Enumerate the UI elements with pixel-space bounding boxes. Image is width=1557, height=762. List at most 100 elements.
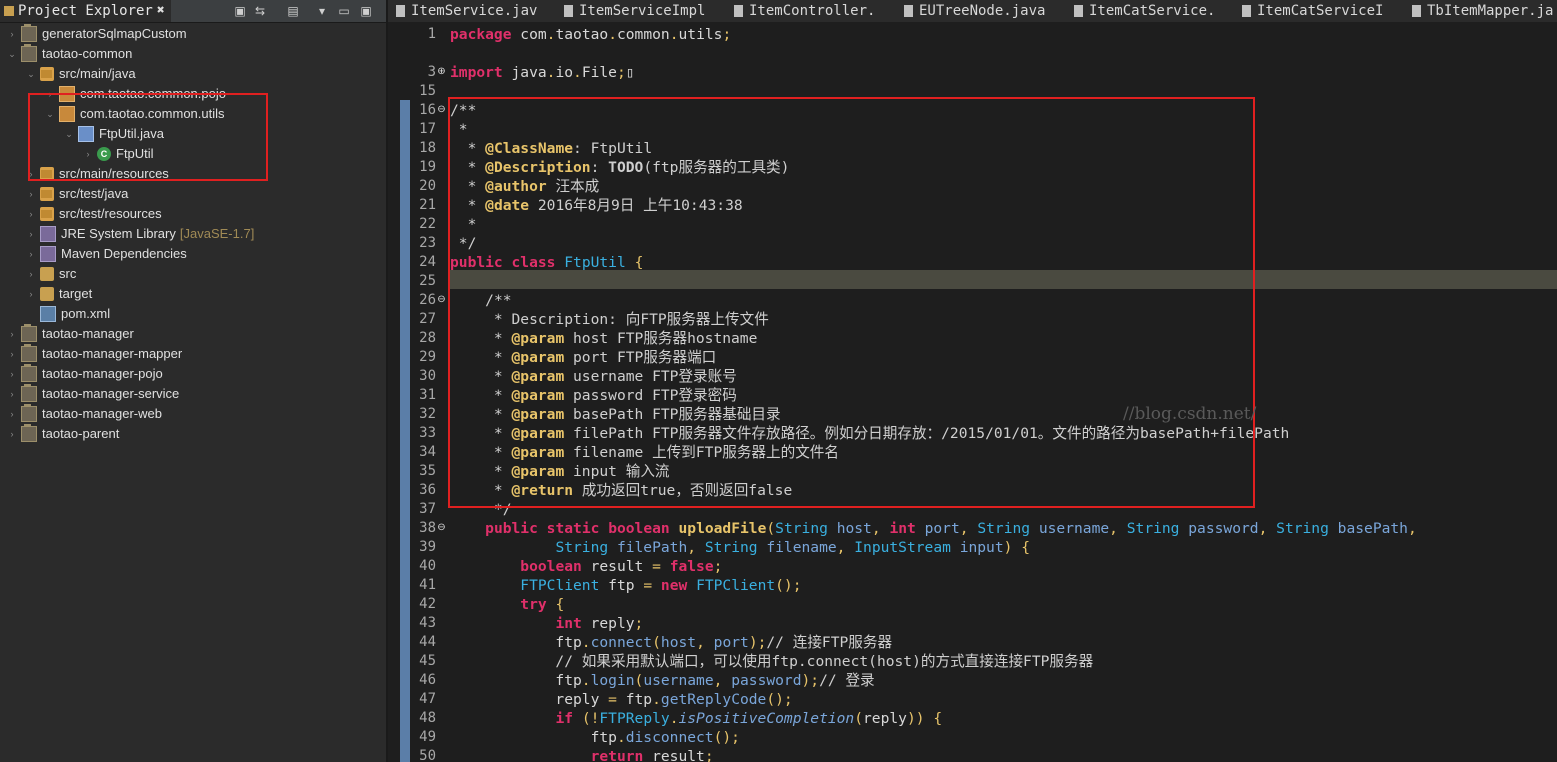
tree-item[interactable]: › src/test/resources <box>25 204 162 224</box>
tree-item-label: taotao-common <box>42 46 133 61</box>
tree-item[interactable]: › taotao-manager-service <box>6 384 179 404</box>
line-number: 17 <box>419 121 436 137</box>
collapsed-twisty-icon[interactable]: › <box>25 184 37 204</box>
code-line[interactable]: try { <box>450 595 564 614</box>
tree-item-label: generatorSqlmapCustom <box>42 26 187 41</box>
collapsed-twisty-icon[interactable]: › <box>6 24 18 44</box>
minimize-icon[interactable]: ▭ <box>336 3 352 19</box>
link-with-editor-icon[interactable]: ⇆ <box>252 3 268 19</box>
tree-item[interactable]: › taotao-manager-web <box>6 404 162 424</box>
java-file-icon <box>904 5 913 17</box>
code-line[interactable]: reply = ftp.getReplyCode(); <box>450 690 792 709</box>
tree-item[interactable]: › src <box>25 264 76 284</box>
line-number: 18 <box>419 140 436 156</box>
code-line[interactable]: if (!FTPReply.isPositiveCompletion(reply… <box>450 709 942 728</box>
tree-item-label: taotao-manager <box>42 326 134 341</box>
line-number: 29 <box>419 349 436 365</box>
srcfolder-icon <box>40 207 54 221</box>
expanded-twisty-icon[interactable]: ⌄ <box>6 44 18 64</box>
collapsed-twisty-icon[interactable]: › <box>25 224 37 244</box>
view-menu-icon[interactable]: ▤ <box>285 3 301 19</box>
tree-item[interactable]: › Maven Dependencies <box>25 244 187 264</box>
code-line[interactable]: package com.taotao.common.utils; <box>450 25 731 44</box>
tree-item-label: src/main/java <box>59 66 136 81</box>
editor-tab[interactable]: ItemCatServiceI <box>1242 0 1383 22</box>
collapsed-twisty-icon[interactable]: › <box>6 424 18 444</box>
tree-item-label: JRE System Library <box>61 226 176 241</box>
tree-item[interactable]: › src/test/java <box>25 184 128 204</box>
project-icon <box>21 324 37 342</box>
code-line[interactable]: import java.io.File;▯ <box>450 63 635 82</box>
editor-tab[interactable]: ItemCatService. <box>1074 0 1215 22</box>
code-line[interactable]: ftp.disconnect(); <box>450 728 740 747</box>
java-file-icon <box>1074 5 1083 17</box>
tree-item[interactable]: › generatorSqlmapCustom <box>6 24 187 44</box>
line-number: 1 <box>427 26 436 42</box>
code-line[interactable]: FTPClient ftp = new FTPClient(); <box>450 576 801 595</box>
collapse-fold-icon[interactable]: ⊖ <box>437 295 446 305</box>
line-number: 38 <box>419 520 436 536</box>
collapse-all-icon[interactable]: ▣ <box>232 3 248 19</box>
tree-item[interactable]: ⌄ taotao-common <box>6 44 132 64</box>
code-line[interactable]: return result; <box>450 747 714 762</box>
editor-tab-label: ItemServiceImpl <box>579 3 706 19</box>
chevron-down-icon[interactable]: ▾ <box>314 3 330 19</box>
project-icon <box>21 44 37 62</box>
folder-icon <box>40 287 54 301</box>
maximize-icon[interactable]: ▣ <box>358 3 374 19</box>
code-line[interactable]: // 如果采用默认端口，可以使用ftp.connect(host)的方式直接连接… <box>450 652 1093 671</box>
java-file-icon <box>564 5 573 17</box>
tree-item-label: src <box>59 266 77 281</box>
editor-tab[interactable]: EUTreeNode.java <box>904 0 1045 22</box>
tree-item-label: target <box>59 286 93 301</box>
tree-item[interactable]: › taotao-manager-mapper <box>6 344 182 364</box>
editor-tab[interactable]: ItemServiceImpl <box>564 0 705 22</box>
code-line[interactable]: int reply; <box>450 614 643 633</box>
close-tab-icon[interactable]: ✖ <box>157 0 165 22</box>
code-line[interactable]: String filePath, String filename, InputS… <box>450 538 1030 557</box>
collapse-fold-icon[interactable]: ⊖ <box>437 105 446 115</box>
line-number: 23 <box>419 235 436 251</box>
expanded-twisty-icon[interactable]: ⌄ <box>25 64 37 84</box>
code-line[interactable]: boolean result = false; <box>450 557 722 576</box>
collapse-fold-icon[interactable]: ⊖ <box>437 523 446 533</box>
tree-item-label: taotao-manager-pojo <box>42 366 163 381</box>
editor-tab-label: ItemController. <box>749 3 876 19</box>
tree-item[interactable]: › taotao-manager-pojo <box>6 364 163 384</box>
project-explorer-tab[interactable]: Project Explorer ✖ <box>0 0 171 22</box>
tree-item[interactable]: › target <box>25 284 92 304</box>
collapsed-twisty-icon[interactable]: › <box>25 244 37 264</box>
tree-item[interactable]: › taotao-manager <box>6 324 134 344</box>
editor-tab[interactable]: ItemService.jav <box>396 0 537 22</box>
tree-item-label: pom.xml <box>61 306 111 321</box>
collapsed-twisty-icon[interactable]: › <box>6 384 18 404</box>
collapsed-twisty-icon[interactable]: › <box>25 264 37 284</box>
code-line[interactable]: ftp.connect(host, port);// 连接FTP服务器 <box>450 633 892 652</box>
collapsed-twisty-icon[interactable]: › <box>6 344 18 364</box>
tree-item[interactable]: pom.xml <box>25 304 110 324</box>
editor-tab[interactable]: TbItemMapper.ja <box>1412 0 1553 22</box>
collapsed-twisty-icon[interactable]: › <box>6 404 18 424</box>
tree-item[interactable]: › JRE System Library [JavaSE-1.7] <box>25 224 254 244</box>
editor-tab[interactable]: ItemController. <box>734 0 875 22</box>
line-number: 37 <box>419 501 436 517</box>
tree-item[interactable]: ⌄ src/main/java <box>25 64 136 84</box>
collapsed-twisty-icon[interactable]: › <box>25 204 37 224</box>
code-line[interactable]: public static boolean uploadFile(String … <box>450 519 1417 538</box>
watermark-text: //blog.csdn.net/ <box>1123 404 1257 424</box>
tree-item[interactable]: › taotao-parent <box>6 424 119 444</box>
code-line[interactable]: ftp.login(username, password);// 登录 <box>450 671 874 690</box>
project-icon <box>21 364 37 382</box>
line-number: 15 <box>419 83 436 99</box>
java-file-icon <box>396 5 405 17</box>
code-area[interactable]: package com.taotao.common.utils; import j… <box>388 22 1557 762</box>
line-number: 30 <box>419 368 436 384</box>
expand-fold-icon[interactable]: ⊕ <box>437 67 446 77</box>
editor-tab-label: TbItemMapper.ja <box>1427 3 1554 19</box>
collapsed-twisty-icon[interactable]: › <box>6 364 18 384</box>
collapsed-twisty-icon[interactable]: › <box>25 284 37 304</box>
collapsed-twisty-icon[interactable]: › <box>6 324 18 344</box>
scope-marker <box>400 100 410 762</box>
explorer-tabbar: Project Explorer ✖ ▣ ⇆ ▤ ▾ ▭ ▣ <box>0 0 386 23</box>
line-number: 20 <box>419 178 436 194</box>
